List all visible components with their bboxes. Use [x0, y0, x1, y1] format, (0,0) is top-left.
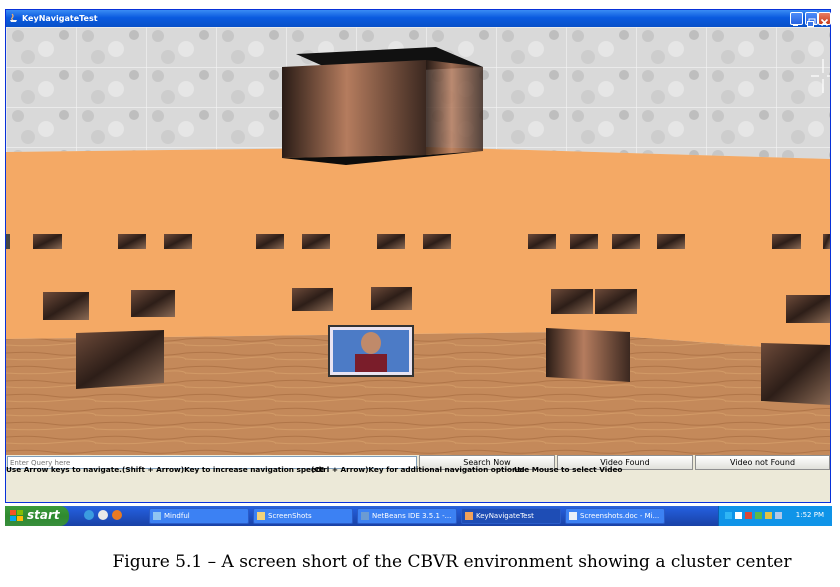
navigation-instructions: Use Arrow keys to navigate. (Shift + Arr…	[0, 462, 824, 476]
title-bar[interactable]: KeyNavigateTest	[6, 10, 831, 27]
instruction-text: Use Arrow keys to navigate.	[6, 465, 122, 474]
windows-logo-icon	[10, 510, 23, 521]
antivirus-icon[interactable]	[745, 512, 752, 519]
taskbar-item-label: KeyNavigateTest	[476, 512, 534, 520]
video-thumbnail[interactable]	[131, 290, 175, 317]
video-thumbnail[interactable]	[595, 289, 637, 314]
taskbar: start Mindful ScreenShots NetBeans IDE 3…	[5, 506, 832, 526]
video-thumbnail[interactable]	[657, 234, 685, 249]
clock: 1:52 PM	[795, 511, 824, 519]
display-icon[interactable]	[735, 512, 742, 519]
usb-icon[interactable]	[775, 512, 782, 519]
instruction-text: (Ctrl + Arrow)Key for additional navigat…	[311, 465, 525, 474]
netbeans-icon	[361, 512, 369, 520]
instruction-text: (Shift + Arrow)Key to increase navigatio…	[122, 465, 325, 474]
video-thumbnail[interactable]	[612, 234, 640, 249]
start-button[interactable]: start	[5, 506, 69, 526]
video-thumbnail[interactable]	[6, 234, 10, 249]
video-thumbnail[interactable]	[528, 234, 556, 249]
cube-side-face	[426, 60, 483, 155]
network-icon[interactable]	[725, 512, 732, 519]
wall	[6, 147, 830, 352]
taskbar-item-label: Screenshots.doc - Mi...	[580, 512, 660, 520]
person-face	[361, 332, 381, 354]
video-thumbnail[interactable]	[772, 234, 801, 249]
taskbar-item[interactable]: ScreenShots	[253, 508, 353, 524]
security-icon[interactable]	[755, 512, 762, 519]
video-thumbnail[interactable]	[551, 289, 593, 314]
video-thumbnail[interactable]	[256, 234, 284, 249]
person-body	[355, 354, 387, 372]
application-window: KeyNavigateTest Enter Query here Search …	[5, 9, 831, 503]
app-icon	[153, 512, 161, 520]
taskbar-item[interactable]: Screenshots.doc - Mi...	[565, 508, 665, 524]
video-thumbnail[interactable]	[118, 234, 146, 249]
video-thumbnail[interactable]	[423, 234, 451, 249]
video-thumbnail[interactable]	[377, 234, 405, 249]
start-label: start	[27, 508, 60, 522]
word-doc-icon	[569, 512, 577, 520]
cube-front-face	[282, 60, 426, 158]
video-thumbnail[interactable]	[823, 234, 830, 249]
caption-text: Figure 5.1 – A screen short of the CBVR …	[112, 552, 792, 572]
figure-caption: Figure 5.1 – A screen short of the CBVR …	[0, 552, 840, 572]
video-thumbnail[interactable]	[546, 328, 630, 382]
minimize-button[interactable]	[790, 12, 803, 26]
video-thumbnail[interactable]	[302, 234, 330, 249]
maximize-button[interactable]	[805, 12, 818, 27]
system-tray: 1:52 PM	[718, 506, 832, 526]
taskbar-item[interactable]: NetBeans IDE 3.5.1 -...	[357, 508, 457, 524]
3d-video-gallery-scene[interactable]	[6, 27, 830, 455]
folder-icon	[257, 512, 265, 520]
video-thumbnail[interactable]	[33, 234, 62, 249]
video-thumbnail[interactable]	[761, 343, 830, 405]
taskbar-item-label: Mindful	[164, 512, 190, 520]
video-thumbnail[interactable]	[786, 295, 830, 323]
taskbar-item-label: NetBeans IDE 3.5.1 -...	[372, 512, 452, 520]
ie-icon[interactable]	[84, 510, 94, 520]
java-icon	[10, 13, 17, 22]
taskbar-item-active[interactable]: KeyNavigateTest	[461, 508, 561, 524]
volume-icon[interactable]	[765, 512, 772, 519]
taskbar-item-label: ScreenShots	[268, 512, 312, 520]
window-title: KeyNavigateTest	[22, 14, 98, 23]
video-thumbnail[interactable]	[292, 288, 333, 311]
java-icon	[465, 512, 473, 520]
video-thumbnail[interactable]	[371, 287, 412, 310]
video-thumbnail[interactable]	[43, 292, 89, 320]
video-thumbnail[interactable]	[570, 234, 598, 249]
close-button[interactable]	[818, 12, 831, 27]
media-icon[interactable]	[112, 510, 122, 520]
video-thumbnail[interactable]	[164, 234, 192, 249]
instruction-text: Use Mouse to select Video	[514, 465, 623, 474]
video-thumbnail[interactable]	[76, 330, 164, 389]
outlook-icon[interactable]	[98, 510, 108, 520]
taskbar-item[interactable]: Mindful	[149, 508, 249, 524]
